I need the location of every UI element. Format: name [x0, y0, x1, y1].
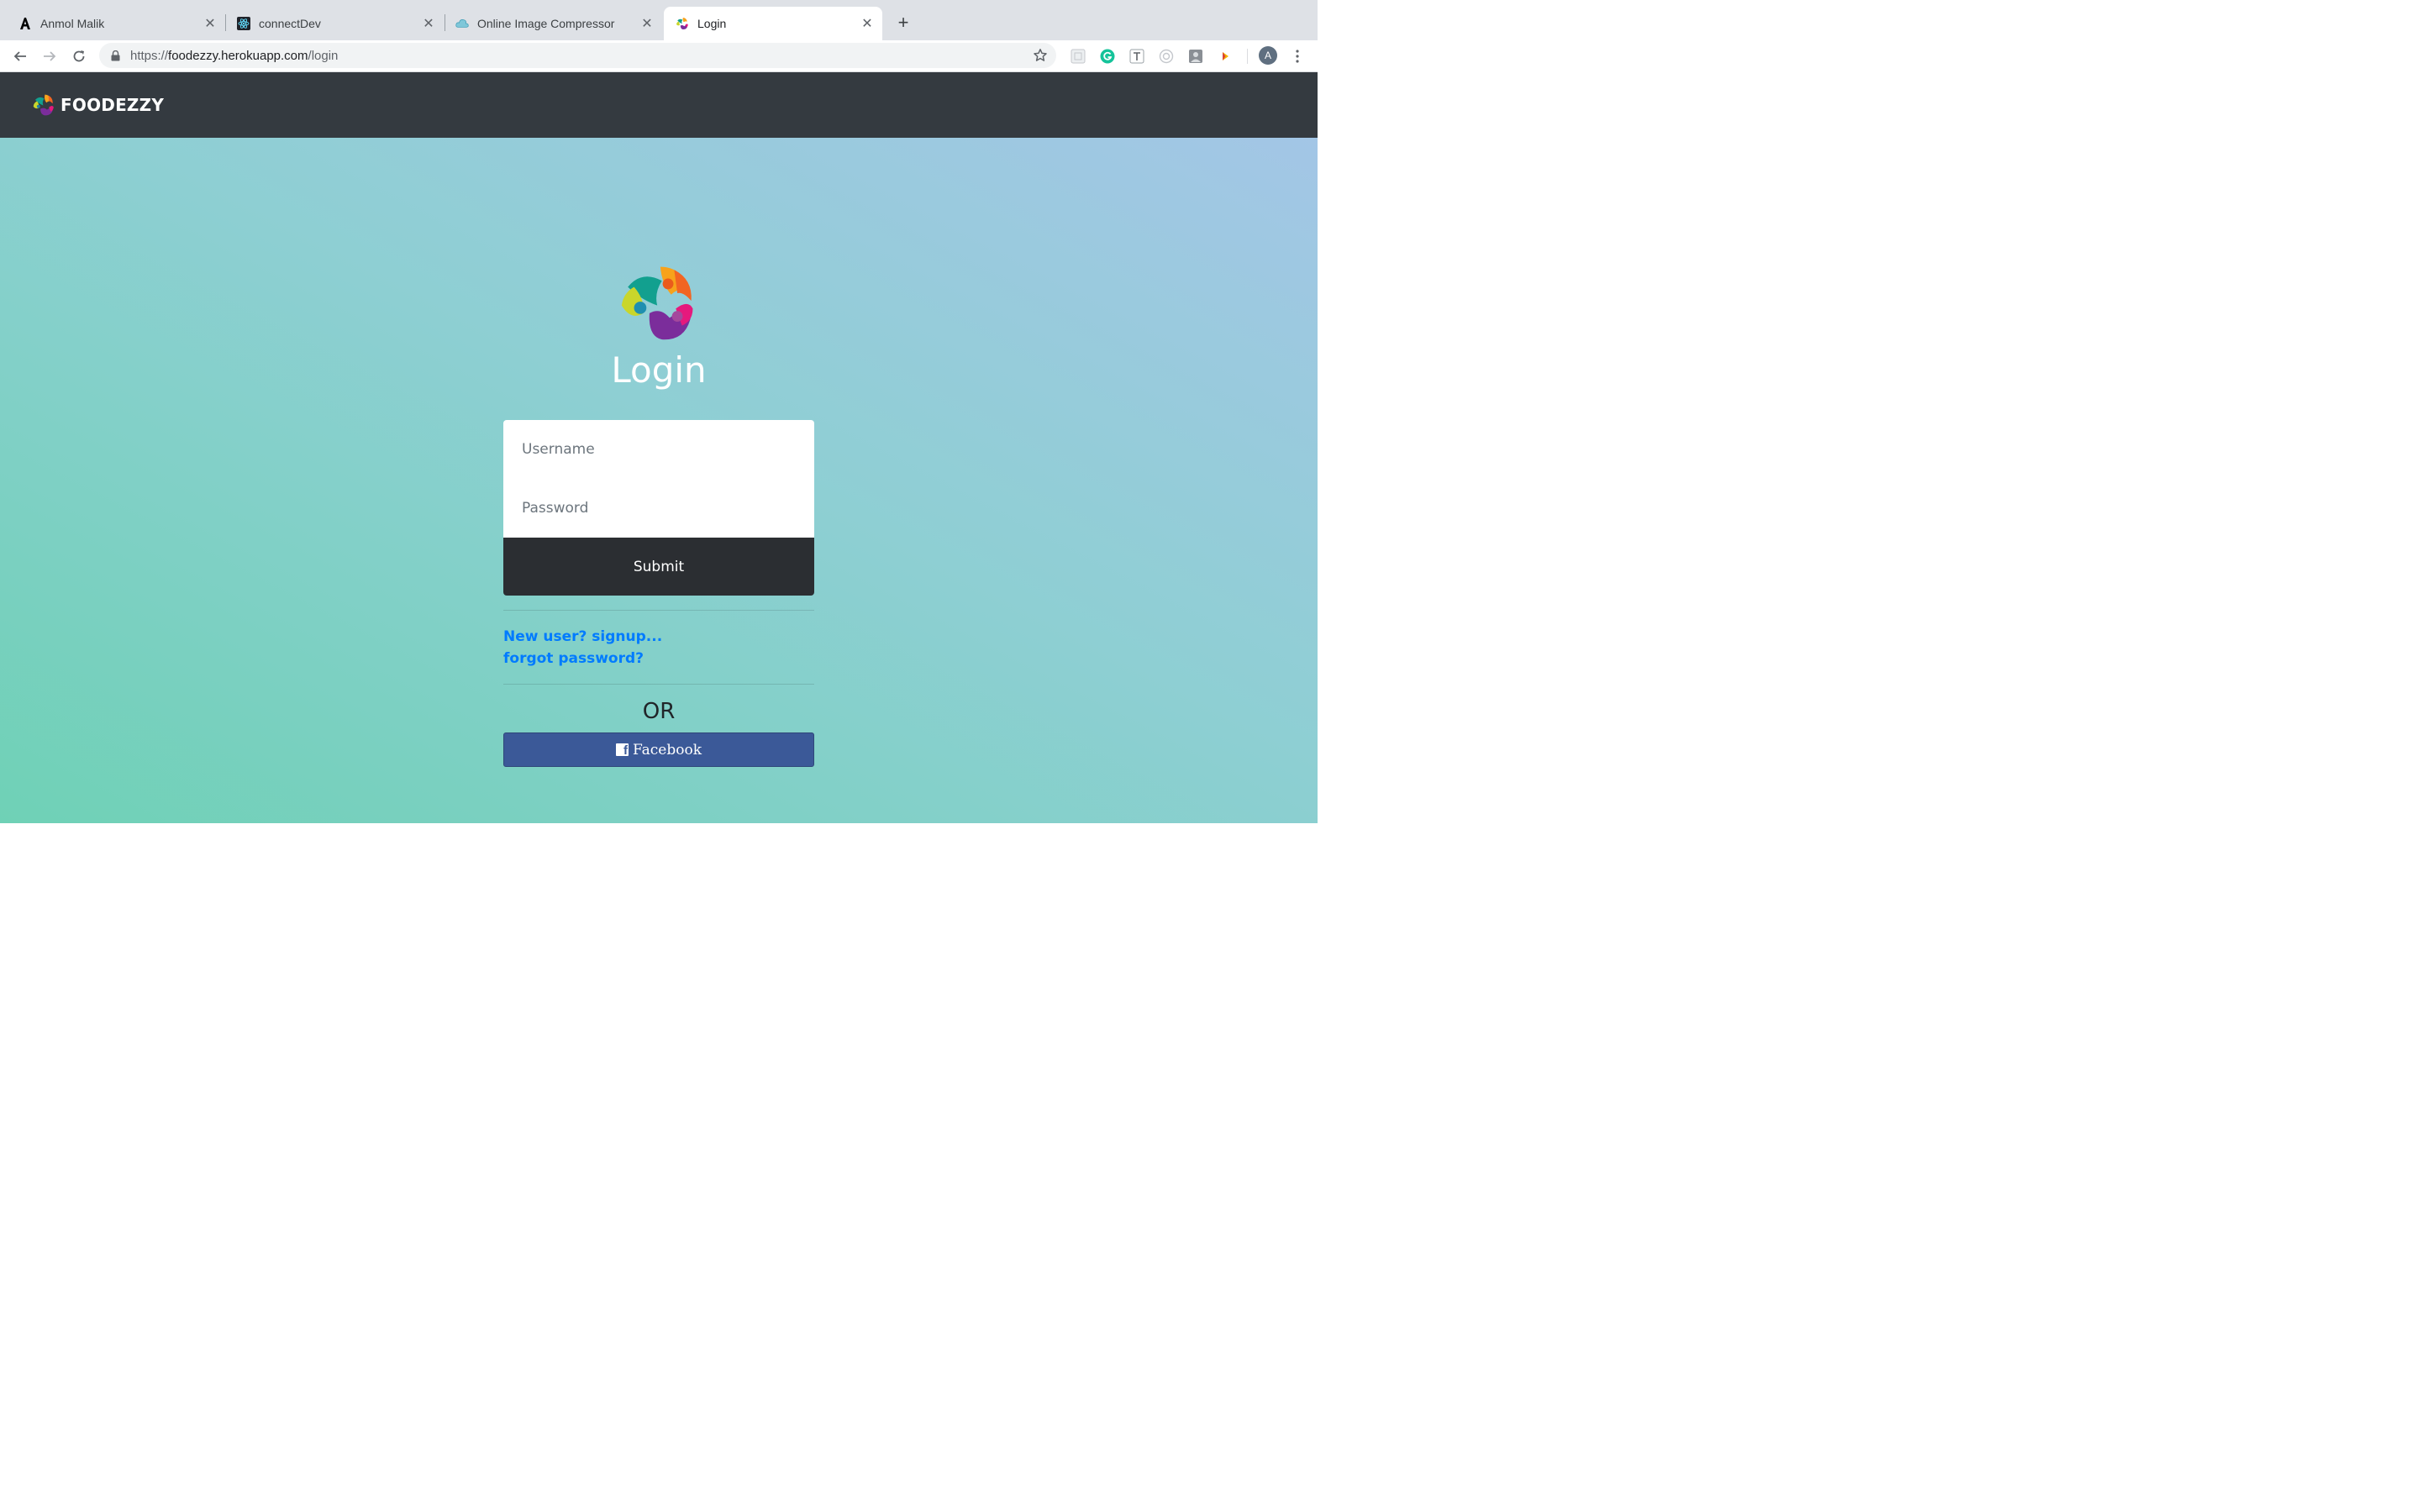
login-page: Login Submit New user? signup... forgot … [0, 138, 1318, 823]
toolbar-divider [1247, 49, 1248, 64]
back-button[interactable] [8, 45, 32, 68]
tab-login[interactable]: Login ✕ [664, 7, 882, 40]
forgot-password-link[interactable]: forgot password? [503, 650, 644, 667]
close-tab-icon[interactable]: ✕ [859, 15, 876, 32]
browser-toolbar: https://foodezzy.herokuapp.com/login A [0, 40, 1318, 72]
cloud-icon [455, 17, 469, 30]
facebook-login-button[interactable]: f Facebook [503, 732, 814, 767]
tab-title: connectDev [259, 17, 321, 30]
url-scheme: https:// [130, 48, 169, 63]
bookmark-star-icon[interactable] [1033, 48, 1048, 63]
grammarly-icon[interactable] [1099, 48, 1116, 65]
facebook-icon-glyph: f [623, 743, 628, 756]
foodezzy-logo-icon [33, 94, 54, 116]
signup-link[interactable]: New user? signup... [503, 628, 662, 645]
url-text: https://foodezzy.herokuapp.com/login [130, 49, 338, 63]
reload-button[interactable] [67, 45, 91, 68]
arrow-right-icon [44, 51, 56, 61]
submit-button[interactable]: Submit [503, 538, 814, 596]
lock-icon [110, 50, 120, 61]
browser-tab-strip: Anmol Malik ✕ connectDev ✕ Online Image … [0, 0, 1318, 40]
photo-extension-icon[interactable] [1187, 48, 1204, 65]
close-tab-icon[interactable]: ✕ [639, 15, 655, 32]
arrow-left-icon [13, 51, 26, 61]
close-tab-icon[interactable]: ✕ [202, 15, 218, 32]
url-path: /login [308, 48, 339, 63]
font-t-icon[interactable] [1128, 48, 1145, 65]
profile-avatar[interactable]: A [1259, 46, 1277, 65]
close-tab-icon[interactable]: ✕ [420, 15, 437, 32]
username-input[interactable] [503, 420, 814, 479]
password-input[interactable] [503, 479, 814, 538]
extension-grid-icon[interactable] [1070, 48, 1086, 65]
tab-connectdev[interactable]: connectDev ✕ [218, 7, 444, 40]
forward-button[interactable] [38, 45, 61, 68]
foodezzy-logo-icon [676, 17, 689, 30]
page-title: Login [611, 349, 707, 391]
brand-name: FOODEZZY [60, 95, 165, 115]
login-form: Submit [503, 420, 814, 596]
tab-title: Anmol Malik [40, 17, 105, 30]
site-navbar: FOODEZZY [0, 72, 1318, 138]
url-host: foodezzy.herokuapp.com [168, 48, 308, 63]
tab-image-compressor[interactable]: Online Image Compressor ✕ [437, 7, 662, 40]
reload-icon [73, 50, 85, 62]
new-tab-button[interactable]: + [892, 12, 914, 34]
divider [503, 684, 814, 685]
react-atom-icon [237, 17, 250, 30]
brand-link[interactable]: FOODEZZY [32, 93, 164, 117]
foodezzy-logo-icon [621, 266, 693, 340]
play-extension-icon[interactable] [1217, 48, 1234, 65]
tab-title: Login [697, 17, 727, 30]
tab-anmol-malik[interactable]: Anmol Malik ✕ [0, 7, 225, 40]
divider [503, 610, 814, 611]
tab-title: Online Image Compressor [477, 17, 615, 30]
more-menu-icon[interactable] [1289, 46, 1306, 66]
or-separator: OR [642, 699, 676, 724]
address-bar[interactable]: https://foodezzy.herokuapp.com/login [99, 43, 1056, 68]
target-circle-icon[interactable] [1158, 48, 1175, 65]
facebook-icon: f [615, 743, 629, 756]
facebook-button-label: Facebook [632, 741, 702, 759]
letter-a-icon [18, 17, 32, 30]
